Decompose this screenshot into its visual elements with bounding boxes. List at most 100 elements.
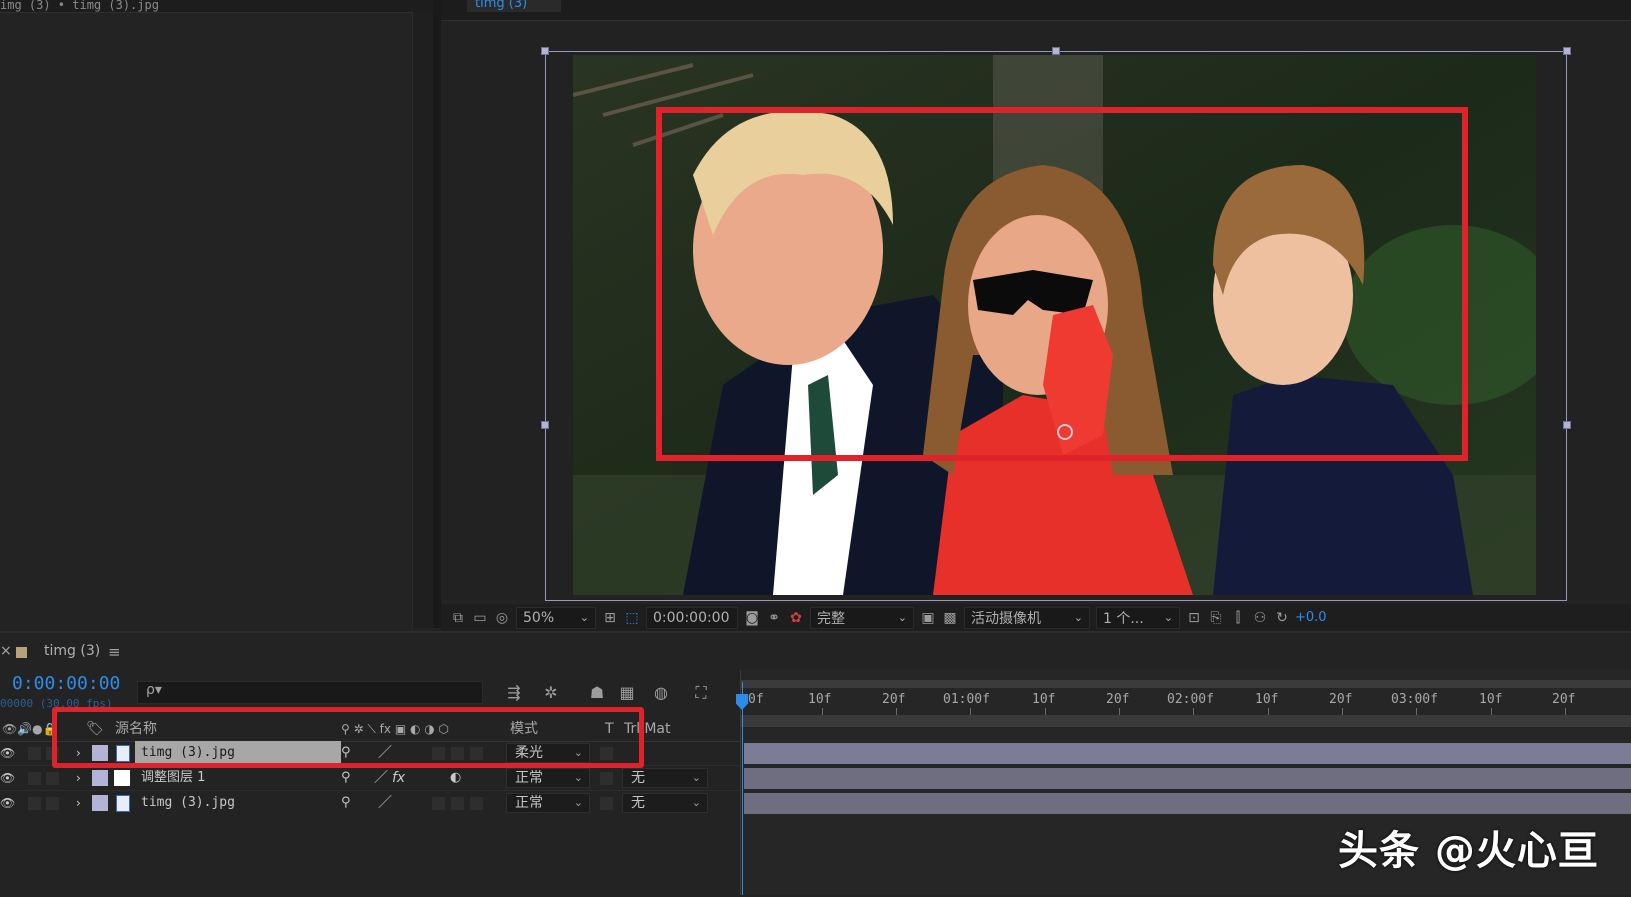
visibility-eye-icon[interactable]: 👁	[0, 791, 15, 815]
blend-mode-value: 正常	[515, 795, 543, 811]
solo-switch[interactable]	[28, 747, 41, 760]
label-color-swatch[interactable]	[92, 770, 108, 786]
region-of-interest-icon[interactable]: ⬚	[621, 608, 643, 628]
project-panel-tab[interactable]: img (3) • timg (3).jpg	[0, 0, 433, 13]
graph-editor-icon[interactable]: ⛶	[690, 683, 712, 705]
ruler-label: 10f	[1032, 692, 1056, 707]
switch-box[interactable]	[432, 797, 445, 810]
solo-switch[interactable]	[28, 772, 41, 785]
grid-guides-icon[interactable]: ⊞	[599, 608, 621, 628]
motion-blur-icon[interactable]: ◍	[650, 683, 672, 705]
chevron-down-icon: ⌄	[691, 771, 701, 784]
exposure-value[interactable]: +0.0	[1295, 610, 1327, 625]
layer-duration-bar[interactable]	[744, 793, 1631, 814]
adjustment-layer-switch-icon[interactable]: ◐	[450, 766, 461, 790]
ruler-tick	[1045, 708, 1046, 715]
shy-layers-icon[interactable]: ☗	[586, 683, 608, 705]
ruler-label: 03:00f	[1391, 692, 1438, 707]
transparency-grid-icon[interactable]: ▩	[939, 608, 961, 628]
track-matte-select[interactable]: 无 ⌄	[622, 768, 708, 788]
ruler-tick	[1193, 708, 1194, 715]
switch-box[interactable]	[451, 797, 464, 810]
transform-handle[interactable]	[541, 421, 549, 429]
highlight-annotation-box	[52, 707, 644, 768]
viewer-timecode: 0:00:00:00	[653, 609, 730, 626]
layer-row[interactable]: 👁 › timg (3).jpg ⚲ ／ 正常 ⌄ 无 ⌄	[0, 791, 740, 816]
reset-exposure-icon[interactable]: ⊡	[1183, 608, 1205, 628]
node-icon[interactable]: ⚇	[1249, 608, 1271, 628]
visibility-eye-icon[interactable]: 👁	[0, 741, 15, 765]
preserve-transparency-switch[interactable]	[600, 797, 613, 810]
timeline-icon[interactable]: ⫿	[1227, 608, 1249, 628]
panel-menu-icon[interactable]: ≡	[108, 643, 121, 661]
timeline-tab-title[interactable]: timg (3)	[44, 643, 100, 659]
transform-handle[interactable]	[1052, 47, 1060, 55]
draft-3d-icon[interactable]: ✲	[540, 683, 562, 705]
flowchart-icon[interactable]: ⎘	[1205, 608, 1227, 628]
current-time-field[interactable]: 0:00:00:00	[646, 606, 738, 629]
composition-icon	[16, 647, 27, 658]
close-icon[interactable]: ×	[0, 643, 12, 659]
show-snapshot-icon[interactable]: ⚭	[763, 608, 785, 628]
lock-switch[interactable]	[46, 797, 59, 810]
anchor-point-icon[interactable]	[1057, 424, 1073, 440]
monitor-icon[interactable]: ▭	[469, 608, 491, 628]
solo-switch[interactable]	[28, 797, 41, 810]
snapshot-icon[interactable]: ◙	[741, 608, 763, 628]
preserve-transparency-switch[interactable]	[600, 772, 613, 785]
ruler-tick	[1268, 708, 1269, 715]
views-select[interactable]: 1 个... ⌄	[1096, 606, 1180, 629]
quality-switch-icon[interactable]: ／	[374, 766, 388, 790]
collapse-switch-icon[interactable]: ⚲	[341, 766, 351, 790]
time-ruler[interactable]: 0f 10f 20f 01:00f 10f 20f 02:00f 10f 20f…	[740, 680, 1631, 715]
viewer-tabbar	[441, 0, 1631, 21]
camera-select[interactable]: 活动摄像机 ⌄	[964, 606, 1090, 629]
transform-handle[interactable]	[1563, 421, 1571, 429]
switch-box[interactable]	[470, 797, 483, 810]
zoom-value: 50%	[523, 609, 555, 626]
blend-mode-select[interactable]: 正常 ⌄	[506, 768, 590, 788]
layer-name[interactable]: timg (3).jpg	[141, 791, 235, 815]
color-channels-icon[interactable]: ✿	[785, 608, 807, 628]
zoom-select[interactable]: 50% ⌄	[516, 606, 596, 629]
expand-chevron-icon[interactable]: ›	[76, 791, 81, 815]
project-panel-scrollbar[interactable]	[412, 12, 434, 628]
ruler-label: 20f	[882, 692, 906, 707]
layer-duration-bar[interactable]	[744, 743, 1631, 764]
lock-switch[interactable]	[46, 772, 59, 785]
effects-switch[interactable]: fx	[392, 766, 405, 790]
mask-visibility-icon[interactable]: ◎	[491, 608, 513, 628]
panel-divider[interactable]	[433, 0, 441, 628]
visibility-eye-icon[interactable]: 👁	[0, 766, 15, 790]
ruler-tick	[1491, 708, 1492, 715]
label-color-swatch[interactable]	[92, 795, 108, 811]
always-preview-icon[interactable]: ⧉	[447, 608, 469, 628]
layer-duration-bar[interactable]	[744, 768, 1631, 789]
blend-mode-select[interactable]: 正常 ⌄	[506, 793, 590, 813]
track-matte-select[interactable]: 无 ⌄	[622, 793, 708, 813]
resolution-select[interactable]: 完整 ⌄	[810, 606, 914, 629]
chevron-down-icon: ⌄	[1073, 611, 1083, 624]
ruler-tick	[1416, 708, 1417, 715]
current-time-indicator[interactable]	[742, 682, 743, 895]
frame-blending-icon[interactable]: ▦	[616, 683, 638, 705]
expand-chevron-icon[interactable]: ›	[76, 766, 81, 790]
exposure-icon[interactable]: ↻	[1271, 608, 1293, 628]
viewer-tab[interactable]: timg (3)	[467, 0, 561, 12]
layer-list-empty-area[interactable]	[0, 815, 740, 895]
composition-mini-flowchart-icon[interactable]: ⇶	[503, 683, 525, 705]
blend-mode-value: 正常	[515, 770, 543, 786]
layer-search-input[interactable]: ρ▾	[137, 681, 483, 704]
transform-handle[interactable]	[1563, 47, 1571, 55]
layer-row[interactable]: 👁 › 调整图层 1 ⚲ ／ fx ◐ 正常 ⌄ 无 ⌄	[0, 766, 740, 791]
ruler-tick	[896, 708, 897, 715]
timeline-timecode[interactable]: 0:00:00:00	[12, 673, 120, 694]
collapse-switch-icon[interactable]: ⚲	[341, 791, 351, 815]
transform-handle[interactable]	[541, 47, 549, 55]
layer-name[interactable]: 调整图层 1	[141, 766, 205, 790]
chevron-down-icon: ⌄	[1163, 611, 1173, 624]
quality-switch-icon[interactable]: ／	[378, 791, 392, 815]
work-area-bar[interactable]	[740, 715, 1631, 727]
fast-previews-icon[interactable]: ▣	[917, 608, 939, 628]
av-features-icon[interactable]: 👁🔊●🔒	[2, 717, 58, 741]
